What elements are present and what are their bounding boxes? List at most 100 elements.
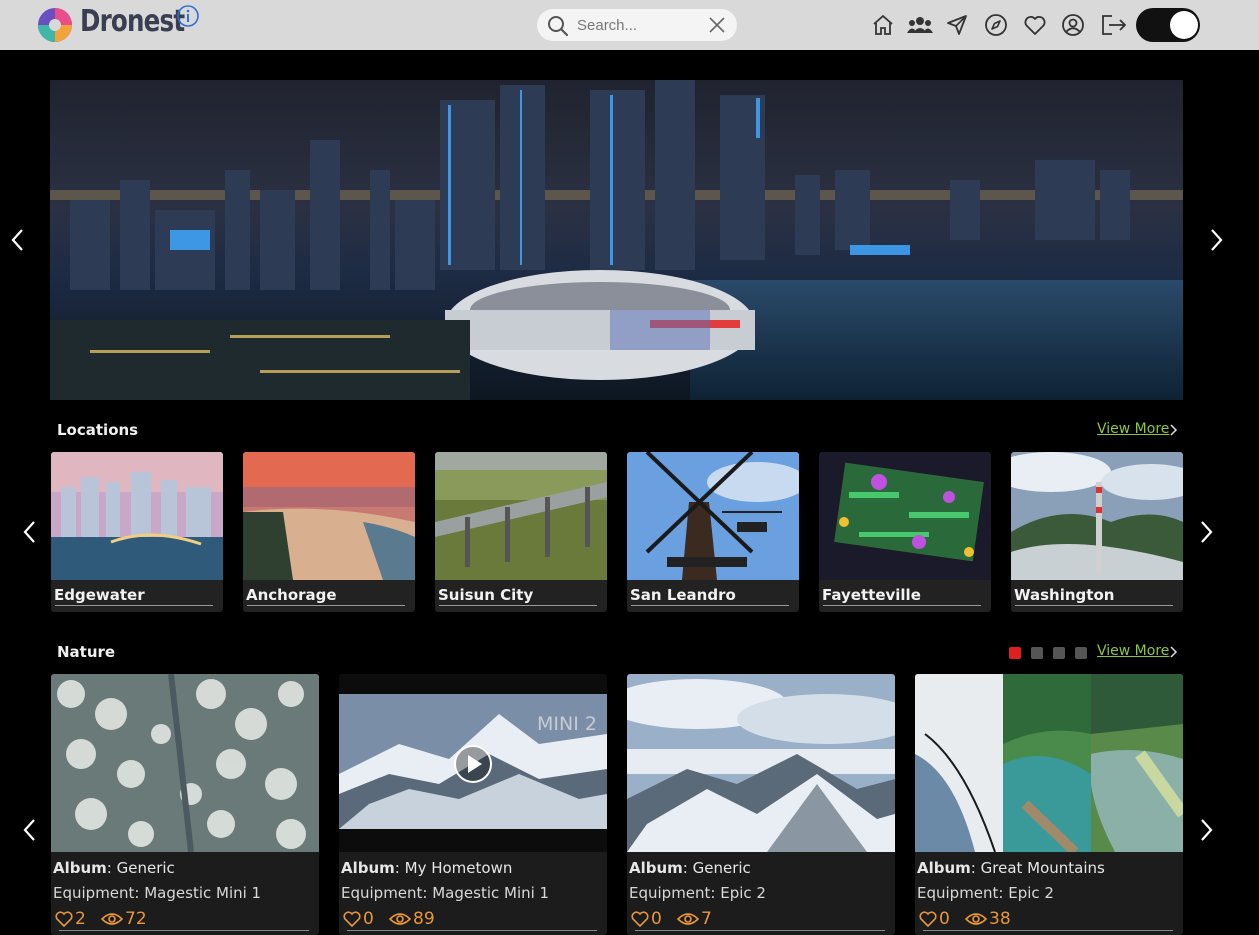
nature-page-active[interactable] bbox=[1009, 647, 1021, 659]
compass-icon[interactable] bbox=[984, 13, 1008, 37]
top-bar: Dronest bbox=[0, 0, 1259, 50]
view-more-label: View More bbox=[1097, 421, 1170, 437]
equipment-text: Equipment: Epic 2 bbox=[629, 884, 766, 902]
location-name: Anchorage bbox=[246, 586, 337, 604]
nature-page[interactable] bbox=[1053, 647, 1065, 659]
location-card[interactable]: San Leandro bbox=[627, 452, 799, 612]
album-label: Album bbox=[917, 859, 971, 877]
moon-icon bbox=[1148, 17, 1156, 33]
location-name: Suisun City bbox=[438, 586, 534, 604]
logout-icon[interactable] bbox=[1100, 13, 1128, 37]
location-card[interactable]: Suisun City bbox=[435, 452, 607, 612]
users-icon[interactable] bbox=[907, 13, 933, 37]
nature-next-arrow-icon[interactable] bbox=[1196, 816, 1216, 844]
play-icon[interactable] bbox=[453, 744, 493, 784]
location-card[interactable]: Anchorage bbox=[243, 452, 415, 612]
toggle-knob bbox=[1170, 11, 1198, 39]
location-image bbox=[435, 452, 607, 580]
location-image bbox=[51, 452, 223, 580]
divider bbox=[1015, 605, 1173, 606]
nature-page[interactable] bbox=[1031, 647, 1043, 659]
equipment-text: Equipment: Magestic Mini 1 bbox=[341, 884, 550, 902]
video-overlay-text: MINI 2 bbox=[537, 713, 597, 735]
album-thumbnail bbox=[627, 674, 895, 852]
album-name[interactable]: Great Mountains bbox=[981, 859, 1105, 877]
views-count: 38 bbox=[989, 909, 1011, 929]
likes-count: 0 bbox=[363, 909, 374, 929]
album-name[interactable]: My Hometown bbox=[405, 859, 513, 877]
location-name: Fayetteville bbox=[822, 586, 921, 604]
divider bbox=[631, 605, 789, 606]
home-icon[interactable] bbox=[871, 13, 895, 37]
album-text: Album: Generic bbox=[629, 859, 751, 877]
heart-icon[interactable] bbox=[55, 911, 73, 927]
location-card[interactable]: Washington bbox=[1011, 452, 1183, 612]
locations-title: Locations bbox=[57, 421, 139, 439]
hero-skyline-image bbox=[50, 80, 1183, 400]
info-icon[interactable] bbox=[176, 4, 200, 28]
heart-icon[interactable] bbox=[1023, 13, 1047, 37]
album-thumbnail bbox=[51, 674, 319, 852]
eye-icon bbox=[389, 913, 411, 925]
brand-name[interactable]: Dronest bbox=[80, 4, 185, 39]
chevron-right-icon bbox=[1170, 424, 1178, 436]
views-count: 72 bbox=[125, 909, 147, 929]
nature-prev-arrow-icon[interactable] bbox=[20, 816, 40, 844]
send-icon[interactable] bbox=[945, 13, 969, 37]
location-name: San Leandro bbox=[630, 586, 736, 604]
location-image bbox=[819, 452, 991, 580]
album-text: Album: Generic bbox=[53, 859, 175, 877]
nature-title: Nature bbox=[57, 643, 116, 661]
nature-page[interactable] bbox=[1075, 647, 1087, 659]
eye-icon bbox=[677, 913, 699, 925]
divider bbox=[635, 930, 885, 931]
heart-icon[interactable] bbox=[631, 911, 649, 927]
divider bbox=[347, 930, 597, 931]
locations-next-arrow-icon[interactable] bbox=[1196, 518, 1216, 546]
eye-icon bbox=[101, 913, 123, 925]
likes-count: 0 bbox=[651, 909, 662, 929]
album-label: Album bbox=[629, 859, 683, 877]
account-icon[interactable] bbox=[1061, 13, 1085, 37]
album-card[interactable]: MINI 2 Album: My Hometown Equipment: Mag… bbox=[339, 674, 607, 935]
album-text: Album: Great Mountains bbox=[917, 859, 1105, 877]
album-text: Album: My Hometown bbox=[341, 859, 513, 877]
view-more-label: View More bbox=[1097, 643, 1170, 659]
divider bbox=[247, 605, 405, 606]
location-image bbox=[1011, 452, 1183, 580]
album-name[interactable]: Generic bbox=[117, 859, 175, 877]
album-thumbnail bbox=[915, 674, 1183, 852]
location-name: Washington bbox=[1014, 586, 1115, 604]
location-card[interactable]: Fayetteville bbox=[819, 452, 991, 612]
likes-count: 0 bbox=[939, 909, 950, 929]
heart-icon[interactable] bbox=[919, 911, 937, 927]
heart-icon[interactable] bbox=[343, 911, 361, 927]
views-count: 7 bbox=[701, 909, 712, 929]
search-icon[interactable] bbox=[547, 15, 569, 37]
location-card[interactable]: Edgewater bbox=[51, 452, 223, 612]
dark-mode-toggle[interactable] bbox=[1136, 8, 1200, 42]
search-input[interactable] bbox=[577, 15, 707, 35]
nature-view-more-link[interactable]: View More bbox=[1097, 643, 1178, 659]
divider bbox=[923, 930, 1173, 931]
hero-next-arrow-icon[interactable] bbox=[1206, 226, 1226, 254]
divider bbox=[823, 605, 981, 606]
album-name[interactable]: Generic bbox=[693, 859, 751, 877]
equipment-text: Equipment: Magestic Mini 1 bbox=[53, 884, 262, 902]
divider bbox=[439, 605, 597, 606]
location-image bbox=[627, 452, 799, 580]
chevron-right-icon bbox=[1170, 646, 1178, 658]
album-label: Album bbox=[53, 859, 107, 877]
location-image bbox=[243, 452, 415, 580]
dronest-logo-icon[interactable] bbox=[36, 6, 74, 44]
locations-prev-arrow-icon[interactable] bbox=[20, 518, 40, 546]
hero-prev-arrow-icon[interactable] bbox=[8, 226, 28, 254]
hero-carousel-image[interactable] bbox=[50, 80, 1183, 400]
album-card[interactable]: Album: Generic Equipment: Magestic Mini … bbox=[51, 674, 319, 935]
album-card[interactable]: Album: Generic Equipment: Epic 2 0 7 bbox=[627, 674, 895, 935]
locations-view-more-link[interactable]: View More bbox=[1097, 421, 1178, 437]
clear-search-icon[interactable] bbox=[708, 16, 726, 34]
eye-icon bbox=[965, 913, 987, 925]
album-card[interactable]: Album: Great Mountains Equipment: Epic 2… bbox=[915, 674, 1183, 935]
location-name: Edgewater bbox=[54, 586, 145, 604]
